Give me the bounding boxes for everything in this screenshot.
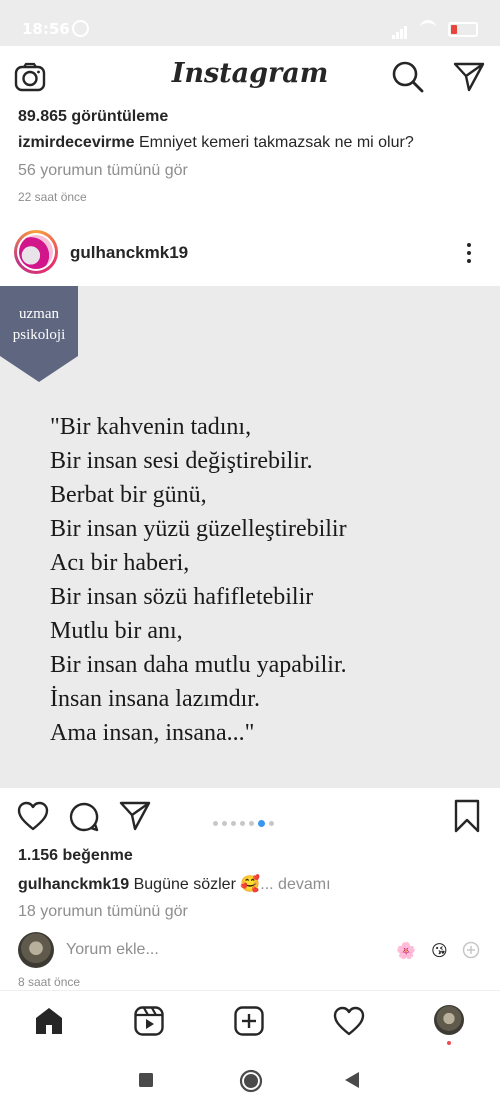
ribbon-badge xyxy=(0,286,78,382)
whatsapp-icon xyxy=(72,20,89,37)
add-emoji-icon[interactable] xyxy=(462,941,480,959)
poem-line: Bir insan daha mutlu yapabilir. xyxy=(50,652,347,678)
own-avatar xyxy=(18,932,54,968)
comment-icon[interactable] xyxy=(68,801,100,833)
search-icon[interactable] xyxy=(391,60,425,94)
reels-icon[interactable] xyxy=(133,1005,165,1037)
poem-line: "Bir kahvenin tadını, xyxy=(50,414,252,440)
post-caption: gulhanckmk19 Bugüne sözler 🥰... devamı xyxy=(18,874,331,894)
notification-dot xyxy=(447,1041,451,1045)
caption-username[interactable]: gulhanckmk19 xyxy=(18,876,129,893)
carousel-dot xyxy=(249,821,254,827)
quick-emoji-kiss[interactable]: 😘 xyxy=(431,941,448,961)
post-actions xyxy=(0,796,500,838)
carousel-dot xyxy=(222,821,227,827)
more-options-icon[interactable] xyxy=(467,243,472,267)
story-avatar[interactable] xyxy=(14,230,58,274)
profile-avatar[interactable] xyxy=(434,1005,464,1035)
carousel-dot xyxy=(231,821,236,827)
previous-username[interactable]: izmirdecevirme xyxy=(18,134,135,151)
caption-more-link[interactable]: ... devamı xyxy=(260,876,330,893)
like-count[interactable]: 1.156 beğenme xyxy=(18,847,133,865)
caption-text: Bugüne sözler 🥰 xyxy=(133,876,261,893)
like-heart-icon[interactable] xyxy=(17,801,49,831)
add-comment-row: Yorum ekle... 🌸 😘 xyxy=(0,930,500,972)
poem-line: Bir insan sözü hafifletebilir xyxy=(50,584,314,610)
carousel-dot xyxy=(240,821,245,827)
status-bar: 18:56 xyxy=(0,0,500,46)
save-bookmark-icon[interactable] xyxy=(454,799,480,833)
home-system-icon[interactable] xyxy=(239,1069,263,1093)
add-comment-input[interactable]: Yorum ekle... xyxy=(66,941,159,959)
poem-line: Bir insan yüzü güzelleştirebilir xyxy=(50,516,347,542)
poem-line: Bir insan sesi değiştirebilir. xyxy=(50,448,313,474)
share-icon[interactable] xyxy=(119,801,151,831)
post-time: 8 saat önce xyxy=(18,975,81,989)
home-icon[interactable] xyxy=(33,1005,65,1037)
carousel-dot xyxy=(269,821,274,827)
carousel-dot xyxy=(213,821,218,827)
view-count: 89.865 görüntüleme xyxy=(18,108,169,125)
poem-text: "Bir kahvenin tadını, Bir insan sesi değ… xyxy=(50,410,347,750)
previous-view-comments-link[interactable]: 56 yorumun tümünü gör xyxy=(18,162,188,180)
post-image[interactable]: uzman psikoloji "Bir kahvenin tadını, Bi… xyxy=(0,286,500,788)
battery-icon xyxy=(448,22,478,37)
signal-icon xyxy=(392,22,408,39)
bottom-navigation xyxy=(0,990,500,1051)
quick-emoji-blossom[interactable]: 🌸 xyxy=(396,941,416,961)
instagram-logo: Instagram xyxy=(171,58,329,89)
direct-message-icon[interactable] xyxy=(453,61,485,93)
activity-heart-icon[interactable] xyxy=(333,1005,365,1037)
poem-line: Berbat bir günü, xyxy=(50,482,207,508)
wifi-icon xyxy=(420,20,436,35)
top-header: Instagram xyxy=(0,46,500,108)
back-icon[interactable] xyxy=(343,1071,361,1089)
previous-caption-text: Emniyet kemeri takmazsak ne mi olur? xyxy=(138,134,414,151)
post-username[interactable]: gulhanckmk19 xyxy=(70,243,188,263)
recent-apps-icon[interactable] xyxy=(138,1072,154,1088)
poem-line: Mutlu bir anı, xyxy=(50,618,183,644)
carousel-dot-active xyxy=(258,820,265,828)
view-comments-link[interactable]: 18 yorumun tümünü gör xyxy=(18,903,188,921)
poem-line: İnsan insana lazımdır. xyxy=(50,686,260,712)
previous-caption: izmirdecevirme Emniyet kemeri takmazsak … xyxy=(18,134,414,152)
poem-line: Acı bir haberi, xyxy=(50,550,190,576)
new-post-icon[interactable] xyxy=(233,1005,265,1037)
system-navigation xyxy=(0,1050,500,1111)
status-time: 18:56 xyxy=(22,20,70,38)
poem-line: Ama insan, insana..." xyxy=(50,720,255,746)
previous-post-time: 22 saat önce xyxy=(18,190,87,204)
carousel-indicator xyxy=(213,815,278,833)
